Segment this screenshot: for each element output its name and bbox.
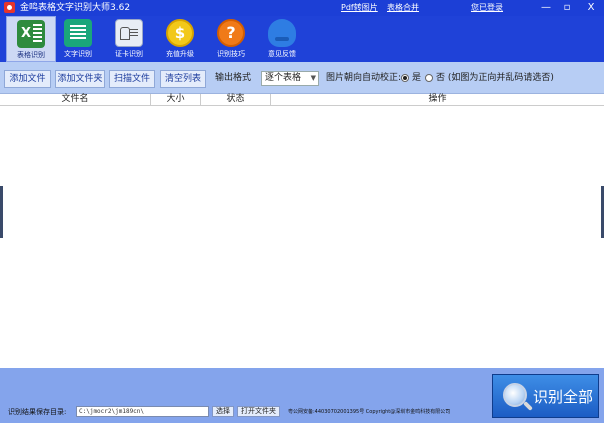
add-file-button[interactable]: 添加文件: [4, 70, 51, 88]
app-title: 金鸣表格文字识别大师3.62: [20, 3, 131, 13]
bottom-bar: 识别结果保存目录: C:\jmocr2\jm189cn\ 选择 打开文件夹 粤公…: [0, 368, 604, 423]
excel-icon: [17, 20, 45, 48]
tab-label: 充值升级: [166, 50, 194, 58]
auto-correct-no-label: 否 (如图为正向并乱码请选否): [436, 73, 554, 83]
app-logo-icon: [4, 2, 15, 13]
output-format-label: 输出格式: [215, 73, 252, 83]
left-panel-handle[interactable]: [0, 186, 3, 238]
title-bar: 金鸣表格文字识别大师3.62 Pdf转图片 表格合并 您已登录 — ▫ X: [0, 0, 604, 16]
column-header-actions[interactable]: 操作: [271, 94, 604, 106]
column-header-status[interactable]: 状态: [201, 94, 271, 106]
chevron-down-icon: ▼: [310, 74, 316, 82]
save-dir-label: 识别结果保存目录:: [8, 408, 67, 416]
column-header-filename[interactable]: 文件名: [0, 94, 151, 106]
pdf-to-image-link[interactable]: Pdf转图片: [341, 3, 378, 13]
output-format-select[interactable]: 逐个表格 ▼: [261, 71, 319, 86]
open-folder-button[interactable]: 打开文件夹: [237, 406, 280, 417]
coin-icon: [166, 19, 194, 47]
magnifier-icon: [503, 383, 527, 407]
auto-correct-yes-label: 是: [412, 73, 422, 83]
action-bar: 添加文件 添加文件夹 扫描文件 清空列表 输出格式 逐个表格 ▼ 图片朝向自动校…: [0, 62, 604, 94]
tab-label: 意见反馈: [268, 50, 296, 58]
column-header-size[interactable]: 大小: [151, 94, 201, 106]
footer-copyright: 粤公网安备:44030702001395号 Copyright@深圳市金鸣科技有…: [288, 409, 451, 415]
recognize-all-label: 识别全部: [533, 388, 594, 406]
add-folder-button[interactable]: 添加文件夹: [55, 70, 105, 88]
auto-correct-no-radio[interactable]: [425, 74, 433, 82]
scan-file-button[interactable]: 扫描文件: [109, 70, 155, 88]
tab-feedback[interactable]: 意见反馈: [257, 16, 307, 62]
login-status-link[interactable]: 您已登录: [471, 3, 503, 13]
tab-label: 文字识别: [64, 50, 92, 58]
text-doc-icon: [64, 19, 92, 47]
tab-table-recognition[interactable]: 表格识别: [6, 16, 56, 62]
feedback-icon: [268, 19, 296, 47]
tab-card-recognition[interactable]: 证卡识别: [104, 16, 154, 62]
choose-dir-button[interactable]: 选择: [212, 406, 234, 417]
tab-label: 表格识别: [17, 51, 45, 59]
tab-label: 证卡识别: [115, 50, 143, 58]
close-button[interactable]: X: [582, 0, 600, 16]
output-format-value: 逐个表格: [265, 73, 302, 83]
tab-label: 识别技巧: [217, 50, 245, 58]
auto-correct-label: 图片朝向自动校正:: [326, 73, 402, 83]
tab-text-recognition[interactable]: 文字识别: [53, 16, 103, 62]
minimize-button[interactable]: —: [537, 0, 555, 16]
restore-button[interactable]: ▫: [558, 0, 576, 16]
table-merge-link[interactable]: 表格合并: [387, 3, 419, 13]
tab-recognition-tips[interactable]: 识别技巧: [206, 16, 256, 62]
file-table-header: 文件名 大小 状态 操作: [0, 94, 604, 106]
auto-correct-yes-radio[interactable]: [401, 74, 409, 82]
tab-recharge-upgrade[interactable]: 充值升级: [155, 16, 205, 62]
file-list[interactable]: [0, 106, 604, 368]
recognize-all-button[interactable]: 识别全部: [492, 374, 599, 418]
save-dir-input[interactable]: C:\jmocr2\jm189cn\: [76, 406, 209, 417]
clear-list-button[interactable]: 清空列表: [160, 70, 206, 88]
question-icon: [217, 19, 245, 47]
id-card-icon: [115, 19, 143, 47]
main-toolbar: 表格识别 文字识别 证卡识别 充值升级 识别技巧 意见反馈: [0, 16, 604, 62]
